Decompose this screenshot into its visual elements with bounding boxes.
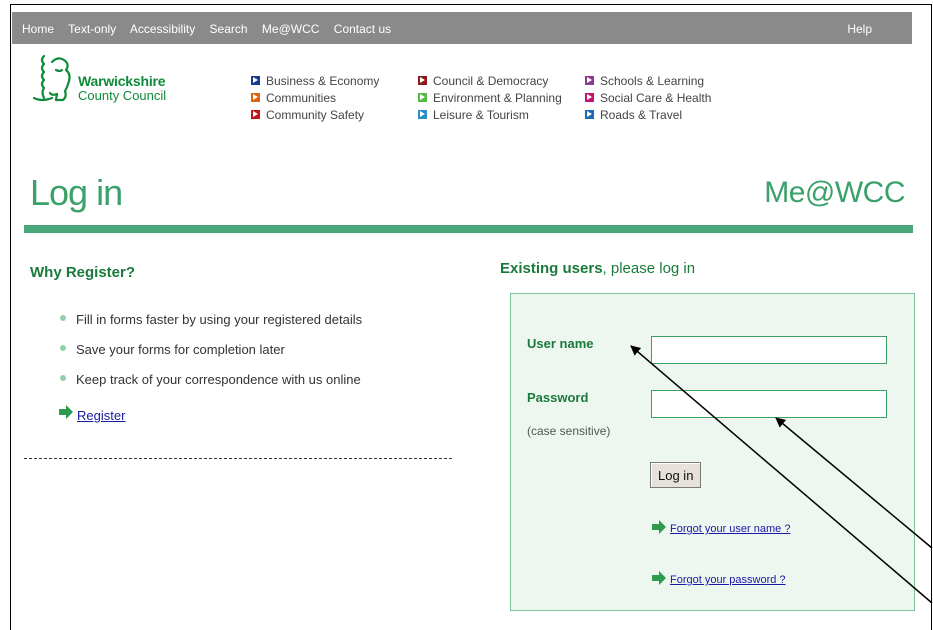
category-roads-travel[interactable]: Roads & Travel xyxy=(585,107,711,124)
category-communities[interactable]: Communities xyxy=(251,90,379,107)
top-navigation-bar: Home Text-only Accessibility Search Me@W… xyxy=(12,12,912,44)
bullet-arrow-icon xyxy=(418,93,427,102)
title-divider xyxy=(24,225,913,233)
username-input[interactable] xyxy=(651,336,887,364)
category-social-care-health[interactable]: Social Care & Health xyxy=(585,90,711,107)
green-arrow-icon xyxy=(652,520,666,534)
benefits-list: Fill in forms faster by using your regis… xyxy=(58,312,362,402)
category-column-1: Business & Economy Communities Community… xyxy=(251,73,379,124)
nav-help[interactable]: Help xyxy=(847,22,872,36)
register-link[interactable]: Register xyxy=(77,408,125,423)
brand-title: Me@WCC xyxy=(764,176,905,209)
password-label: Password xyxy=(527,390,589,405)
login-heading: Existing users, please log in xyxy=(500,260,696,277)
nav-accessibility[interactable]: Accessibility xyxy=(130,22,195,36)
list-item: Keep track of your correspondence with u… xyxy=(58,372,362,402)
page-title: Log in xyxy=(30,172,123,213)
logo-line-1: Warwickshire xyxy=(78,73,166,89)
list-item: Fill in forms faster by using your regis… xyxy=(58,312,362,342)
category-column-2: Council & Democracy Environment & Planni… xyxy=(418,73,562,124)
username-label: User name xyxy=(527,336,594,351)
bullet-arrow-icon xyxy=(251,76,260,85)
nav-search[interactable]: Search xyxy=(210,22,248,36)
bullet-arrow-icon xyxy=(418,76,427,85)
category-schools-learning[interactable]: Schools & Learning xyxy=(585,73,711,90)
bullet-arrow-icon xyxy=(418,110,427,119)
council-logo[interactable]: Warwickshire County Council xyxy=(30,52,200,104)
password-input[interactable] xyxy=(651,390,887,418)
login-button[interactable]: Log in xyxy=(650,462,702,488)
forgot-password-link[interactable]: Forgot your password ? xyxy=(670,574,786,586)
nav-contact-us[interactable]: Contact us xyxy=(334,22,391,36)
bullet-arrow-icon xyxy=(251,110,260,119)
nav-text-only[interactable]: Text-only xyxy=(68,22,116,36)
bullet-arrow-icon xyxy=(585,93,594,102)
bullet-dot-icon xyxy=(60,345,66,351)
category-leisure-tourism[interactable]: Leisure & Tourism xyxy=(418,107,562,124)
bullet-arrow-icon xyxy=(251,93,260,102)
bullet-dot-icon xyxy=(60,315,66,321)
bullet-dot-icon xyxy=(60,375,66,381)
password-hint: (case sensitive) xyxy=(527,424,611,438)
section-divider xyxy=(24,458,452,459)
green-arrow-icon xyxy=(59,405,73,419)
bear-and-ragged-staff-icon xyxy=(32,54,71,102)
why-register-heading: Why Register? xyxy=(30,264,136,281)
category-column-3: Schools & Learning Social Care & Health … xyxy=(585,73,711,124)
logo-line-2: County Council xyxy=(78,88,167,103)
category-council-democracy[interactable]: Council & Democracy xyxy=(418,73,562,90)
green-arrow-icon xyxy=(652,571,666,585)
bullet-arrow-icon xyxy=(585,110,594,119)
category-environment-planning[interactable]: Environment & Planning xyxy=(418,90,562,107)
bullet-arrow-icon xyxy=(585,76,594,85)
nav-home[interactable]: Home xyxy=(22,22,54,36)
forgot-username-link[interactable]: Forgot your user name ? xyxy=(670,523,790,535)
category-business-economy[interactable]: Business & Economy xyxy=(251,73,379,90)
list-item: Save your forms for completion later xyxy=(58,342,362,372)
category-community-safety[interactable]: Community Safety xyxy=(251,107,379,124)
nav-me-wcc[interactable]: Me@WCC xyxy=(262,22,320,36)
